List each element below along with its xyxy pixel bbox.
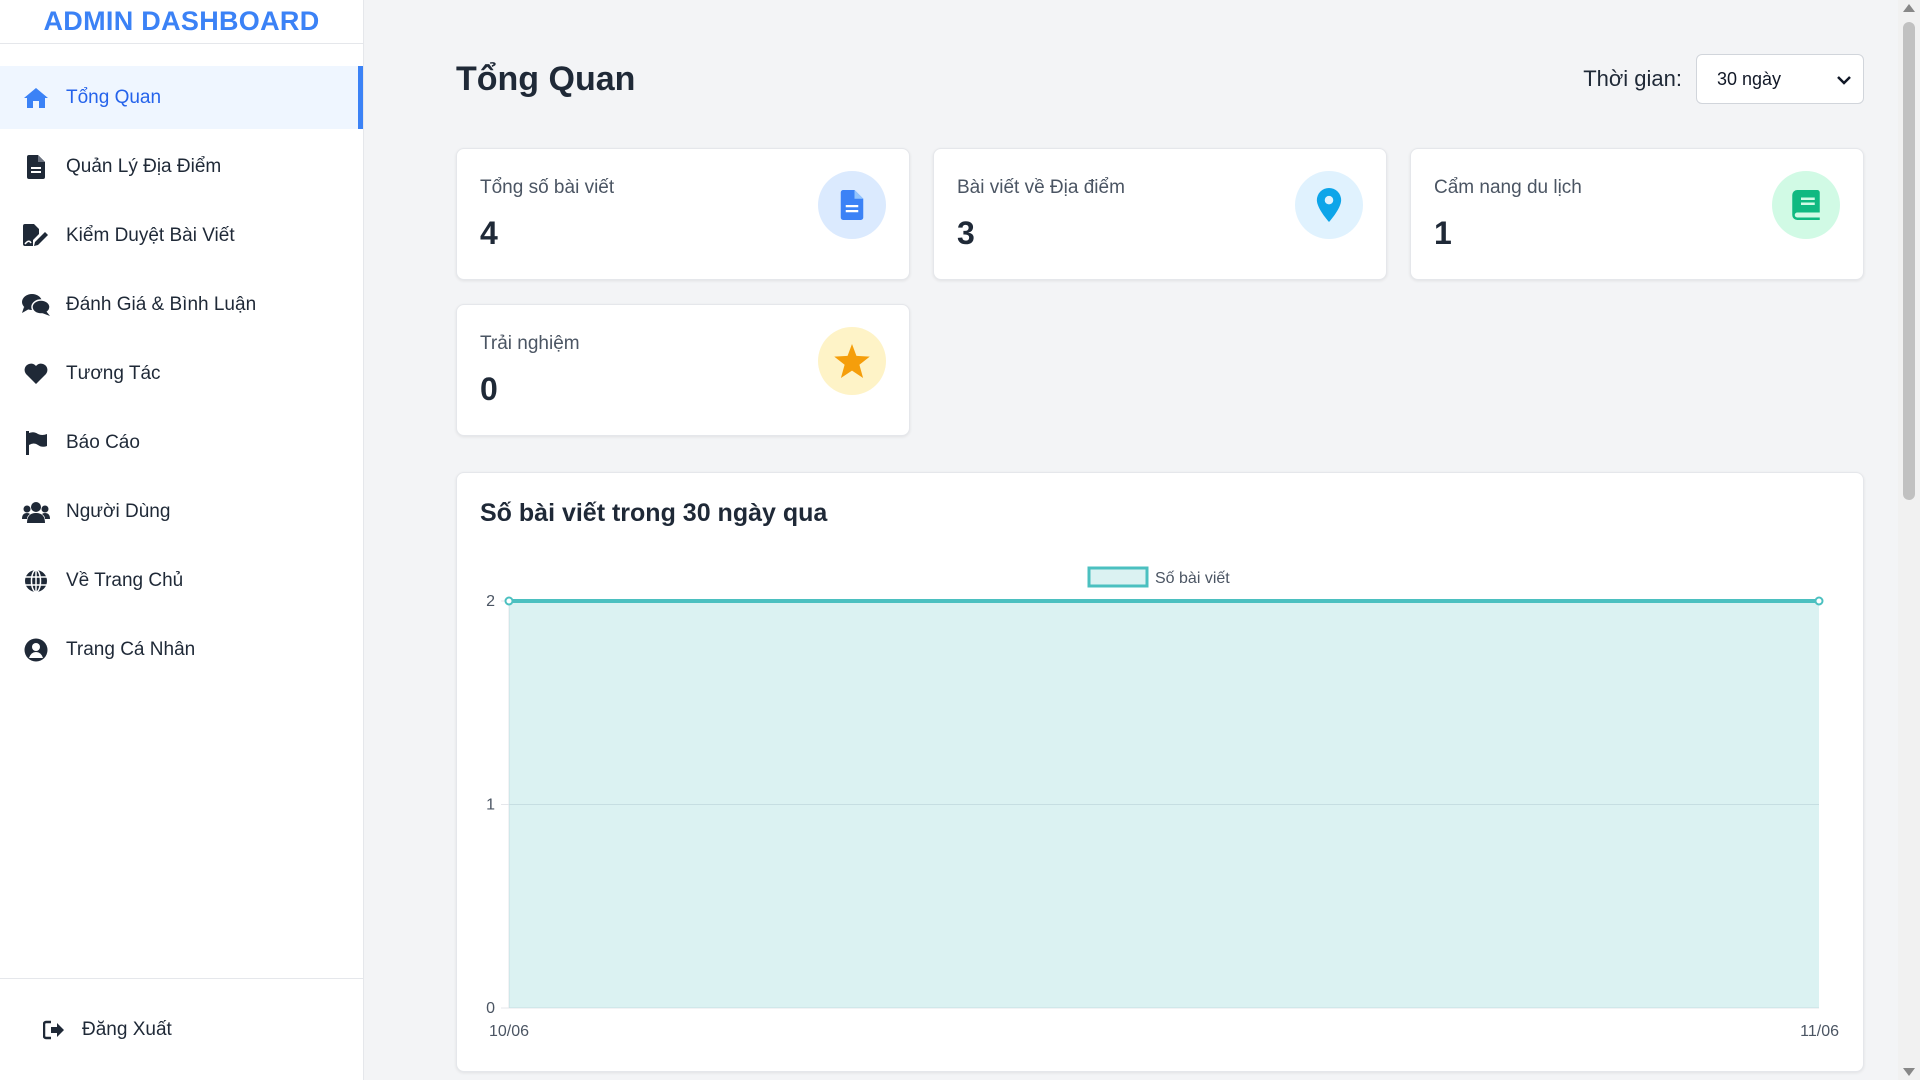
- heart-icon: [22, 360, 50, 388]
- sidebar-nav: Tổng Quan Quản Lý Địa Điểm Kiểm Duyệt Bà…: [0, 66, 363, 681]
- sidebar-item-label: Quản Lý Địa Điểm: [66, 155, 222, 177]
- sidebar-item-locations[interactable]: Quản Lý Địa Điểm: [0, 135, 363, 198]
- chevron-down-icon: [1837, 69, 1851, 90]
- stat-value: 0: [480, 371, 498, 407]
- x-tick-label: 10/06: [489, 1023, 529, 1040]
- comments-icon: [22, 291, 50, 319]
- series-area: [509, 601, 1819, 1008]
- brand-title: ADMIN DASHBOARD: [43, 6, 320, 36]
- page-header: Tổng Quan Thời gian: 30 ngày: [456, 54, 1864, 106]
- data-point: [504, 596, 514, 606]
- users-icon: [22, 498, 50, 526]
- sidebar-item-label: Người Dùng: [66, 500, 171, 522]
- data-point: [1814, 596, 1824, 606]
- stat-label: Trải nghiệm: [480, 333, 580, 354]
- stat-card-total-posts: Tổng số bài viết 4: [456, 148, 910, 280]
- document-icon: [22, 153, 50, 181]
- period-label: Thời gian:: [1583, 66, 1682, 91]
- stat-label: Tổng số bài viết: [480, 177, 615, 198]
- flag-icon: [22, 429, 50, 457]
- posts-chart-card: Số bài viết trong 30 ngày qua 0 1 2 10/06 11…: [456, 472, 1864, 1072]
- sidebar-item-label: Tương Tác: [66, 362, 161, 384]
- y-tick-label: 0: [486, 1000, 495, 1017]
- vertical-scrollbar[interactable]: [1898, 0, 1920, 1080]
- globe-icon: [22, 567, 50, 595]
- logout-label: Đăng Xuất: [82, 1018, 172, 1040]
- stat-card-experiences: Trải nghiệm 0: [456, 304, 910, 436]
- sidebar-item-reviews[interactable]: Đánh Giá & Bình Luận: [0, 273, 363, 336]
- legend-swatch: [1087, 566, 1149, 588]
- period-select-value: 30 ngày: [1717, 68, 1782, 89]
- home-icon: [22, 84, 50, 112]
- stat-card-travel-guides: Cẩm nang du lịch 1: [1410, 148, 1864, 280]
- stat-value: 4: [480, 215, 498, 251]
- star-icon: [818, 327, 886, 395]
- sidebar-item-moderation[interactable]: Kiểm Duyệt Bài Viết: [0, 204, 363, 267]
- sidebar-item-label: Kiểm Duyệt Bài Viết: [66, 224, 235, 246]
- period-filter: Thời gian: 30 ngày: [1583, 54, 1864, 104]
- map-pin-icon: [1295, 171, 1363, 239]
- scroll-down-arrow[interactable]: [1903, 1068, 1915, 1076]
- posts-area-chart: 0 1 2 10/06 11/06 Số bài viết: [486, 566, 1839, 1040]
- user-circle-icon: [22, 636, 50, 664]
- book-icon: [1772, 171, 1840, 239]
- stat-value: 3: [957, 215, 975, 251]
- sidebar-item-reports[interactable]: Báo Cáo: [0, 411, 363, 474]
- y-tick-label: 1: [486, 797, 495, 814]
- sidebar-item-overview[interactable]: Tổng Quan: [0, 66, 363, 129]
- page-title: Tổng Quan: [456, 60, 636, 98]
- signature-icon: [22, 222, 50, 250]
- stat-label: Bài viết về Địa điểm: [957, 177, 1125, 198]
- sidebar-item-profile[interactable]: Trang Cá Nhân: [0, 618, 363, 681]
- document-icon: [818, 171, 886, 239]
- sidebar-item-label: Báo Cáo: [66, 431, 140, 453]
- period-select[interactable]: 30 ngày: [1696, 54, 1864, 104]
- sidebar-item-label: Đánh Giá & Bình Luận: [66, 293, 257, 315]
- sidebar-item-label: Về Trang Chủ: [66, 569, 184, 591]
- logout-button[interactable]: Đăng Xuất: [0, 978, 364, 1080]
- scroll-up-arrow[interactable]: [1903, 4, 1915, 12]
- x-tick-label: 11/06: [1800, 1023, 1839, 1040]
- y-tick-label: 2: [486, 593, 495, 610]
- sidebar-item-label: Trang Cá Nhân: [66, 638, 196, 660]
- legend-label: Số bài viết: [1155, 570, 1230, 587]
- sidebar: ADMIN DASHBOARD Tổng Quan Quản Lý Địa Đi…: [0, 0, 364, 1080]
- stat-label: Cẩm nang du lịch: [1434, 177, 1582, 198]
- sidebar-item-users[interactable]: Người Dùng: [0, 480, 363, 543]
- stat-card-location-posts: Bài viết về Địa điểm 3: [933, 148, 1387, 280]
- brand-header: ADMIN DASHBOARD: [0, 0, 363, 44]
- sidebar-item-home[interactable]: Về Trang Chủ: [0, 549, 363, 612]
- sign-out-icon: [42, 1018, 66, 1042]
- sidebar-item-interactions[interactable]: Tương Tác: [0, 342, 363, 405]
- stat-value: 1: [1434, 215, 1452, 251]
- sidebar-item-label: Tổng Quan: [66, 86, 162, 108]
- scrollbar-thumb[interactable]: [1903, 22, 1915, 500]
